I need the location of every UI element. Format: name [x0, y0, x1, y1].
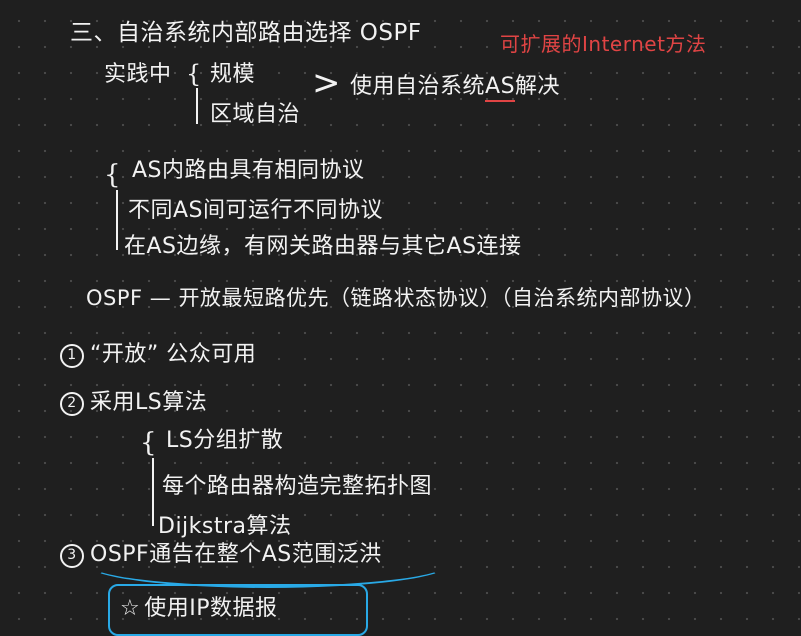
cyan-underline-arc	[86, 540, 450, 588]
point-3-number: 3	[60, 544, 84, 568]
as-points-brace-line	[116, 190, 118, 250]
ls-sub-2: 每个路由器构造完整拓扑图	[162, 474, 433, 499]
star-icon: ☆	[120, 596, 141, 621]
point-2: 2 采用LS算法	[60, 392, 207, 416]
point-1-number: 1	[60, 344, 84, 368]
as-point-1: AS内路由具有相同协议	[132, 158, 365, 183]
solution-tail: 解决	[515, 74, 561, 99]
ospf-definition: OSPF — 开放最短路优先（链路状态协议）（自治系统内部协议）	[86, 286, 706, 310]
boxed-note-content: ☆ 使用IP数据报	[120, 598, 278, 620]
point-1-text: “开放” 公众可用	[90, 342, 257, 367]
point-1: 1 “开放” 公众可用	[60, 344, 256, 368]
solution-as: AS	[485, 74, 516, 102]
practice-item-scale: 规模	[210, 62, 256, 87]
practice-brace: {	[186, 60, 202, 88]
boxed-note-text: 使用IP数据报	[144, 596, 278, 621]
solution-text: 使用自治系统AS解决	[350, 74, 561, 102]
as-point-2: 不同AS间可运行不同协议	[128, 198, 384, 223]
handwritten-note-page: 三、自治系统内部路由选择 OSPF 可扩展的Internet方法 实践中 { 规…	[0, 0, 801, 636]
boxed-note: ☆ 使用IP数据报	[108, 584, 368, 636]
as-points-brace: {	[104, 160, 121, 190]
ls-sub-1: LS分组扩散	[166, 428, 284, 453]
point-2-text: 采用LS算法	[90, 390, 208, 415]
note-heading: 三、自治系统内部路由选择 OSPF	[70, 20, 422, 46]
as-point-3: 在AS边缘，有网关路由器与其它AS连接	[124, 234, 522, 259]
red-annotation: 可扩展的Internet方法	[500, 32, 707, 56]
ls-sub-3: Dijkstra算法	[158, 514, 292, 539]
point-2-number: 2	[60, 392, 84, 416]
practice-brace-line	[196, 88, 198, 124]
practice-item-region: 区域自治	[210, 102, 301, 127]
ls-brace-line	[152, 458, 154, 526]
greater-than-arrow: >	[312, 63, 341, 103]
ls-brace: {	[140, 428, 157, 458]
practice-label: 实践中	[104, 62, 172, 87]
solution-prefix: 使用自治系统	[350, 74, 486, 99]
